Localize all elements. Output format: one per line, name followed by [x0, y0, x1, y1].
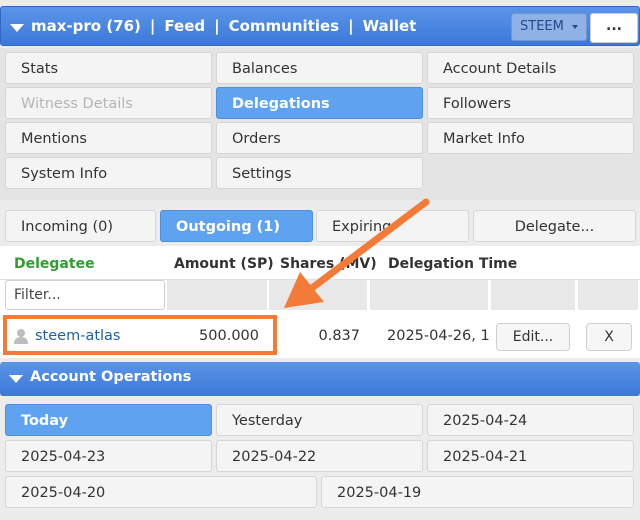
day-2025-04-23[interactable]: 2025-04-23 — [5, 440, 212, 472]
tab-settings[interactable]: Settings — [216, 157, 423, 189]
tab-followers[interactable]: Followers — [427, 87, 634, 119]
more-button[interactable]: ... — [590, 13, 638, 43]
user-link[interactable]: max-pro (76) — [31, 17, 141, 35]
feed-link[interactable]: Feed — [164, 17, 205, 35]
column-delegatee[interactable]: Delegatee — [14, 256, 95, 272]
dropdown-arrow-icon — [572, 25, 578, 29]
communities-link[interactable]: Communities — [229, 17, 340, 35]
day-2025-04-22[interactable]: 2025-04-22 — [216, 440, 423, 472]
top-nav: max-pro (76) | Feed | Communities | Wallet — [31, 17, 417, 35]
tab-incoming[interactable]: Incoming (0) — [5, 210, 156, 242]
tab-stats[interactable]: Stats — [5, 52, 212, 84]
day-yesterday[interactable]: Yesterday — [216, 404, 423, 436]
filter-cell — [167, 280, 267, 310]
day-2025-04-20[interactable]: 2025-04-20 — [5, 476, 317, 508]
tab-witness-details: Witness Details — [5, 87, 212, 119]
delegate-button[interactable]: Delegate... — [473, 210, 636, 242]
remove-button[interactable]: X — [586, 323, 632, 351]
tab-mentions[interactable]: Mentions — [5, 122, 212, 154]
column-amount[interactable]: Amount (SP) — [174, 256, 274, 272]
annotation-arrow-icon — [284, 198, 430, 308]
tab-market-info[interactable]: Market Info — [427, 122, 634, 154]
day-2025-04-24[interactable]: 2025-04-24 — [427, 404, 634, 436]
filter-input[interactable]: Filter... — [5, 280, 165, 310]
day-2025-04-21[interactable]: 2025-04-21 — [427, 440, 634, 472]
filter-cell — [491, 280, 575, 310]
delegation-time-value: 2025-04-26, 13: — [387, 328, 489, 344]
edit-button[interactable]: Edit... — [496, 323, 570, 351]
section-title: Account Operations — [30, 369, 192, 385]
day-today[interactable]: Today — [5, 404, 212, 436]
tab-orders[interactable]: Orders — [216, 122, 423, 154]
account-operations-header[interactable]: Account Operations — [0, 362, 640, 396]
top-nav-bar: max-pro (76) | Feed | Communities | Wallet STE… — [0, 6, 640, 46]
collapse-caret-icon[interactable] — [9, 375, 23, 383]
filter-cell — [578, 280, 638, 310]
day-2025-04-19[interactable]: 2025-04-19 — [321, 476, 634, 508]
currency-label: STEEM — [520, 19, 564, 34]
tab-delegations[interactable]: Delegations — [216, 87, 423, 119]
currency-dropdown[interactable]: STEEM — [511, 13, 587, 41]
tab-balances[interactable]: Balances — [216, 52, 423, 84]
collapse-caret-icon[interactable] — [10, 24, 24, 32]
tab-system-info[interactable]: System Info — [5, 157, 212, 189]
tab-account-details[interactable]: Account Details — [427, 52, 634, 84]
highlight-box — [3, 315, 277, 355]
shares-value: 0.837 — [318, 328, 360, 344]
wallet-link[interactable]: Wallet — [363, 17, 417, 35]
